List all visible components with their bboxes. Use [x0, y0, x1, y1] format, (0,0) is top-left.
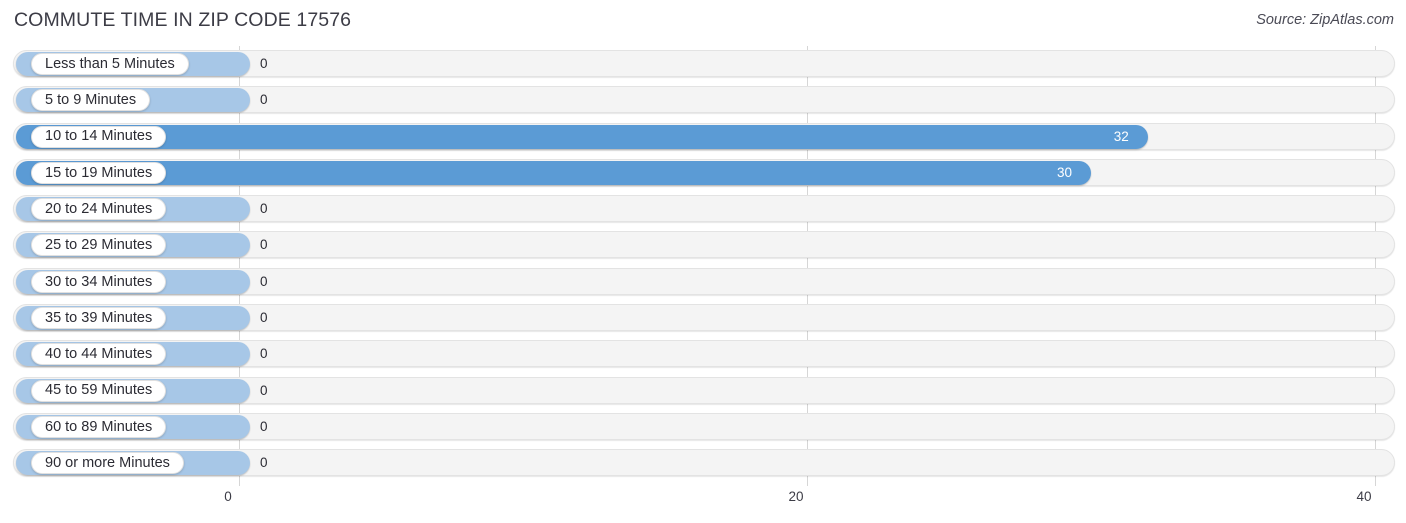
bar-row: 10 to 14 Minutes 32 — [0, 119, 1406, 155]
bar-row: 5 to 9 Minutes 0 — [0, 82, 1406, 118]
value-label: 32 — [1113, 129, 1129, 145]
category-label: 40 to 44 Minutes — [45, 346, 153, 363]
value-label: 0 — [260, 418, 268, 434]
chart-header: COMMUTE TIME IN ZIP CODE 17576 Source: Z… — [0, 0, 1406, 46]
value-bar[interactable] — [16, 124, 1148, 149]
category-label-pill: 60 to 89 Minutes — [31, 415, 167, 438]
category-label: 35 to 39 Minutes — [45, 309, 153, 326]
category-label-pill: 5 to 9 Minutes — [31, 89, 151, 112]
x-axis: 0 20 40 — [0, 484, 1406, 523]
category-label-pill: 90 or more Minutes — [31, 452, 184, 475]
value-label: 30 — [1057, 165, 1073, 181]
value-bar[interactable] — [16, 160, 1091, 185]
axis-tick-label: 40 — [1356, 489, 1372, 504]
value-label: 0 — [260, 346, 268, 362]
category-label-pill: 35 to 39 Minutes — [31, 307, 167, 330]
category-label: 90 or more Minutes — [45, 455, 170, 472]
bar-row: 60 to 89 Minutes 0 — [0, 409, 1406, 445]
category-label-pill: 30 to 34 Minutes — [31, 270, 167, 293]
bar-row: 45 to 59 Minutes 0 — [0, 373, 1406, 409]
category-label: 10 to 14 Minutes — [45, 128, 153, 145]
bar-row: 25 to 29 Minutes 0 — [0, 227, 1406, 263]
bar-rows: Less than 5 Minutes 0 5 to 9 Minutes 0 10 to… — [0, 46, 1406, 482]
page-title: COMMUTE TIME IN ZIP CODE 17576 — [14, 9, 352, 31]
value-label: 0 — [260, 56, 268, 71]
bar-row: 30 to 34 Minutes 0 — [0, 264, 1406, 300]
value-label: 0 — [260, 201, 268, 217]
axis-tick-label: 0 — [224, 489, 232, 504]
category-label: Less than 5 Minutes — [45, 55, 175, 72]
bar-row: 35 to 39 Minutes 0 — [0, 300, 1406, 336]
category-label-pill: 10 to 14 Minutes — [31, 125, 167, 148]
category-label: 15 to 19 Minutes — [45, 164, 153, 181]
bar-row: 20 to 24 Minutes 0 — [0, 191, 1406, 227]
bar-row: 90 or more Minutes 0 — [0, 445, 1406, 481]
category-label-pill: 40 to 44 Minutes — [31, 343, 167, 366]
value-label: 0 — [260, 273, 268, 289]
value-label: 0 — [260, 382, 268, 398]
category-label-pill: 45 to 59 Minutes — [31, 379, 167, 402]
bar-row: Less than 5 Minutes 0 — [0, 46, 1406, 82]
category-label: 30 to 34 Minutes — [45, 273, 153, 290]
value-label: 0 — [260, 455, 268, 471]
category-label: 60 to 89 Minutes — [45, 418, 153, 435]
source-attribution: Source: ZipAtlas.com — [1256, 12, 1394, 28]
chart-plot-area: Less than 5 Minutes 0 5 to 9 Minutes 0 10 to… — [0, 46, 1406, 486]
category-label-pill: 25 to 29 Minutes — [31, 234, 167, 257]
value-label: 0 — [260, 92, 268, 108]
category-label: 25 to 29 Minutes — [45, 237, 153, 254]
category-label: 45 to 59 Minutes — [45, 382, 153, 399]
category-label: 5 to 9 Minutes — [45, 92, 137, 109]
axis-tick-label: 20 — [788, 489, 804, 504]
bar-row: 40 to 44 Minutes 0 — [0, 336, 1406, 372]
value-label: 0 — [260, 237, 268, 253]
value-label: 0 — [260, 310, 268, 326]
bar-row: 15 to 19 Minutes 30 — [0, 155, 1406, 191]
category-label-pill: 15 to 19 Minutes — [31, 161, 167, 184]
category-label-pill: 20 to 24 Minutes — [31, 198, 167, 221]
category-label: 20 to 24 Minutes — [45, 200, 153, 217]
category-label-pill: Less than 5 Minutes — [31, 53, 189, 75]
